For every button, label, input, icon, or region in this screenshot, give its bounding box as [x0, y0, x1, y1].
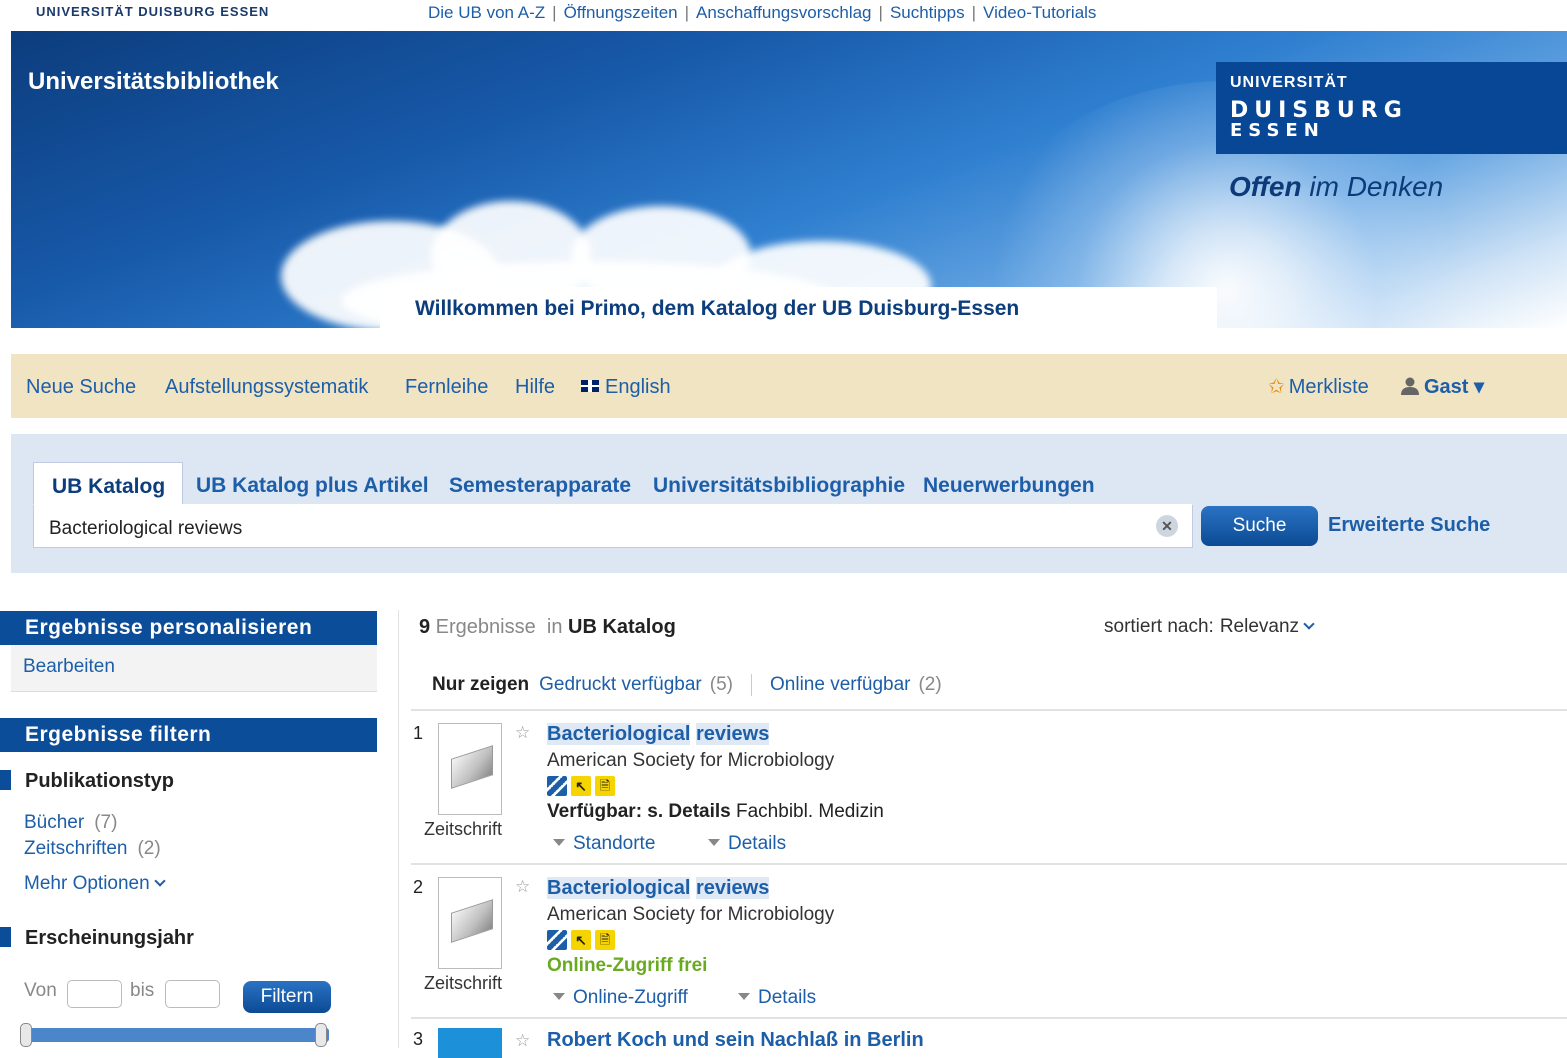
nav-help[interactable]: Hilfe	[515, 376, 555, 399]
results-count: 9 Ergebnisse in UB Katalog	[419, 616, 676, 638]
edit-personalization-link[interactable]: Bearbeiten	[23, 656, 115, 678]
show-only-filters: Nur zeigen Gedruckt verfügbar (5) Online ve…	[432, 674, 942, 696]
nav-english[interactable]: English	[581, 376, 671, 399]
uk-flag-icon	[581, 379, 599, 392]
tab-ub-katalog-plus-artikel[interactable]: UB Katalog plus Artikel	[196, 462, 429, 504]
top-link-opening-hours[interactable]: Öffnungszeiten	[564, 3, 678, 22]
triangle-down-icon	[738, 993, 750, 1001]
journal-icon	[451, 745, 493, 789]
top-strip: UNIVERSITÄT DUISBURG ESSEN Die UB von A-…	[0, 0, 1567, 31]
record-availability: Verfügbar: s. Details Fachbibl. Medizin	[547, 801, 884, 822]
tab-universitaetsbibliographie[interactable]: Universitätsbibliographie	[653, 462, 905, 504]
record-icons: ↖ 🗎	[547, 776, 619, 800]
record-author: American Society for Microbiology	[547, 904, 835, 925]
filter-button[interactable]: Filtern	[243, 981, 331, 1013]
university-logo[interactable]: UNIVERSITÄT DUISBURG ESSEN	[1216, 62, 1567, 154]
record-details-toggle[interactable]: Details	[738, 987, 816, 1009]
library-title: Universitätsbibliothek	[28, 68, 279, 95]
record-title-link[interactable]: Robert Koch und sein Nachlaß in Berlin	[547, 1029, 924, 1052]
record-title-link[interactable]: Bacteriological reviews	[547, 877, 770, 900]
chevron-down-icon	[1303, 618, 1315, 630]
journal-icon	[451, 899, 493, 943]
chevron-down-icon	[154, 875, 166, 887]
welcome-bar: Willkommen bei Primo, dem Katalog der UB…	[380, 287, 1217, 328]
university-slogan: Offen im Denken	[1229, 171, 1444, 202]
year-from-label: Von	[24, 980, 57, 1001]
star-outline-icon[interactable]: ☆	[515, 723, 530, 743]
tab-semesterapparate[interactable]: Semesterapparate	[449, 462, 631, 504]
personalize-header: Ergebnisse personalisieren	[0, 611, 377, 645]
arrow-link-icon[interactable]: ↖	[571, 930, 591, 950]
record-title-link[interactable]: Bacteriological reviews	[547, 723, 770, 746]
record-locations-toggle[interactable]: Standorte	[553, 833, 655, 855]
wave-icon[interactable]	[547, 930, 567, 950]
facet-journals[interactable]: Zeitschriften (2)	[24, 838, 161, 860]
record-thumbnail[interactable]	[438, 1028, 502, 1058]
slider-handle-max[interactable]	[315, 1023, 327, 1047]
user-icon	[1401, 377, 1419, 395]
facet-year-heading: Erscheinungsjahr	[0, 926, 194, 950]
user-menu[interactable]: Gast ▾	[1400, 374, 1484, 399]
search-panel: UB Katalog UB Katalog plus Artikel Semes…	[11, 434, 1567, 573]
star-icon: ✩	[1268, 376, 1285, 398]
record-icons: ↖ 🗎	[547, 930, 619, 954]
filter-online-available[interactable]: Online verfügbar (2)	[770, 674, 942, 695]
nav-interlibrary-loan[interactable]: Fernleihe	[405, 376, 488, 399]
top-link-acquisition[interactable]: Anschaffungsvorschlag	[696, 3, 871, 22]
record-online-access-toggle[interactable]: Online-Zugriff	[553, 987, 688, 1009]
clear-search-icon[interactable]: ✕	[1156, 515, 1178, 537]
sort-control[interactable]: sortiert nach: Relevanz	[1104, 616, 1315, 638]
top-link-search-tips[interactable]: Suchtipps	[890, 3, 965, 22]
record-number: 2	[413, 877, 424, 897]
record-thumbnail[interactable]	[438, 877, 502, 969]
record-number: 1	[413, 723, 424, 743]
arrow-link-icon[interactable]: ↖	[571, 776, 591, 796]
star-outline-icon[interactable]: ☆	[515, 1031, 530, 1051]
search-input-value: Bacteriological reviews	[49, 518, 243, 539]
year-to-input[interactable]	[165, 980, 220, 1008]
record-thumbnail[interactable]	[438, 723, 502, 815]
university-name-small: UNIVERSITÄT DUISBURG ESSEN	[36, 4, 270, 19]
year-to-label: bis	[130, 980, 155, 1001]
tab-neuerwerbungen[interactable]: Neuerwerbungen	[923, 462, 1095, 504]
nav-merkliste[interactable]: ✩ Merkliste	[1268, 374, 1369, 399]
facet-books[interactable]: Bücher (7)	[24, 812, 117, 834]
record-availability: Online-Zugriff frei	[547, 955, 708, 976]
filter-header: Ergebnisse filtern	[0, 718, 377, 752]
record-type: Zeitschrift	[424, 819, 503, 839]
record-number: 3	[413, 1029, 424, 1049]
triangle-down-icon	[553, 993, 565, 1001]
advanced-search-link[interactable]: Erweiterte Suche	[1328, 514, 1490, 537]
main-nav: Neue Suche Aufstellungssystematik Fernle…	[11, 354, 1567, 418]
search-button[interactable]: Suche	[1201, 506, 1318, 546]
record-details-toggle[interactable]: Details	[708, 833, 786, 855]
year-from-input[interactable]	[67, 980, 122, 1008]
nav-new-search[interactable]: Neue Suche	[26, 376, 136, 399]
record-author: American Society for Microbiology	[547, 750, 835, 771]
document-icon[interactable]: 🗎	[595, 776, 615, 796]
tab-ub-katalog[interactable]: UB Katalog	[33, 462, 183, 504]
triangle-down-icon	[553, 839, 565, 847]
welcome-text: Willkommen bei Primo, dem Katalog der UB…	[415, 297, 1020, 320]
record-type: Zeitschrift	[424, 973, 503, 993]
more-options-link[interactable]: Mehr Optionen	[24, 873, 166, 895]
triangle-down-icon	[708, 839, 720, 847]
wave-icon[interactable]	[547, 776, 567, 796]
year-range-slider[interactable]	[20, 1023, 329, 1047]
facet-pubtype-heading: Publikationstyp	[0, 769, 174, 793]
document-icon[interactable]: 🗎	[595, 930, 615, 950]
top-link-video-tutorials[interactable]: Video-Tutorials	[983, 3, 1096, 22]
personalize-body: Bearbeiten	[11, 645, 377, 692]
header-banner: Universitätsbibliothek UNIVERSITÄT DUISB…	[11, 31, 1567, 328]
filter-printed-available[interactable]: Gedruckt verfügbar (5)	[539, 674, 733, 695]
star-outline-icon[interactable]: ☆	[515, 877, 530, 897]
search-input[interactable]: Bacteriological reviews ✕	[33, 504, 1193, 548]
nav-shelf-classification[interactable]: Aufstellungssystematik	[165, 376, 368, 399]
top-links: Die UB von A-Z | Öffnungszeiten | Anschaffun…	[428, 3, 1097, 22]
top-link-ub-a-z[interactable]: Die UB von A-Z	[428, 3, 545, 22]
slider-handle-min[interactable]	[20, 1023, 32, 1047]
